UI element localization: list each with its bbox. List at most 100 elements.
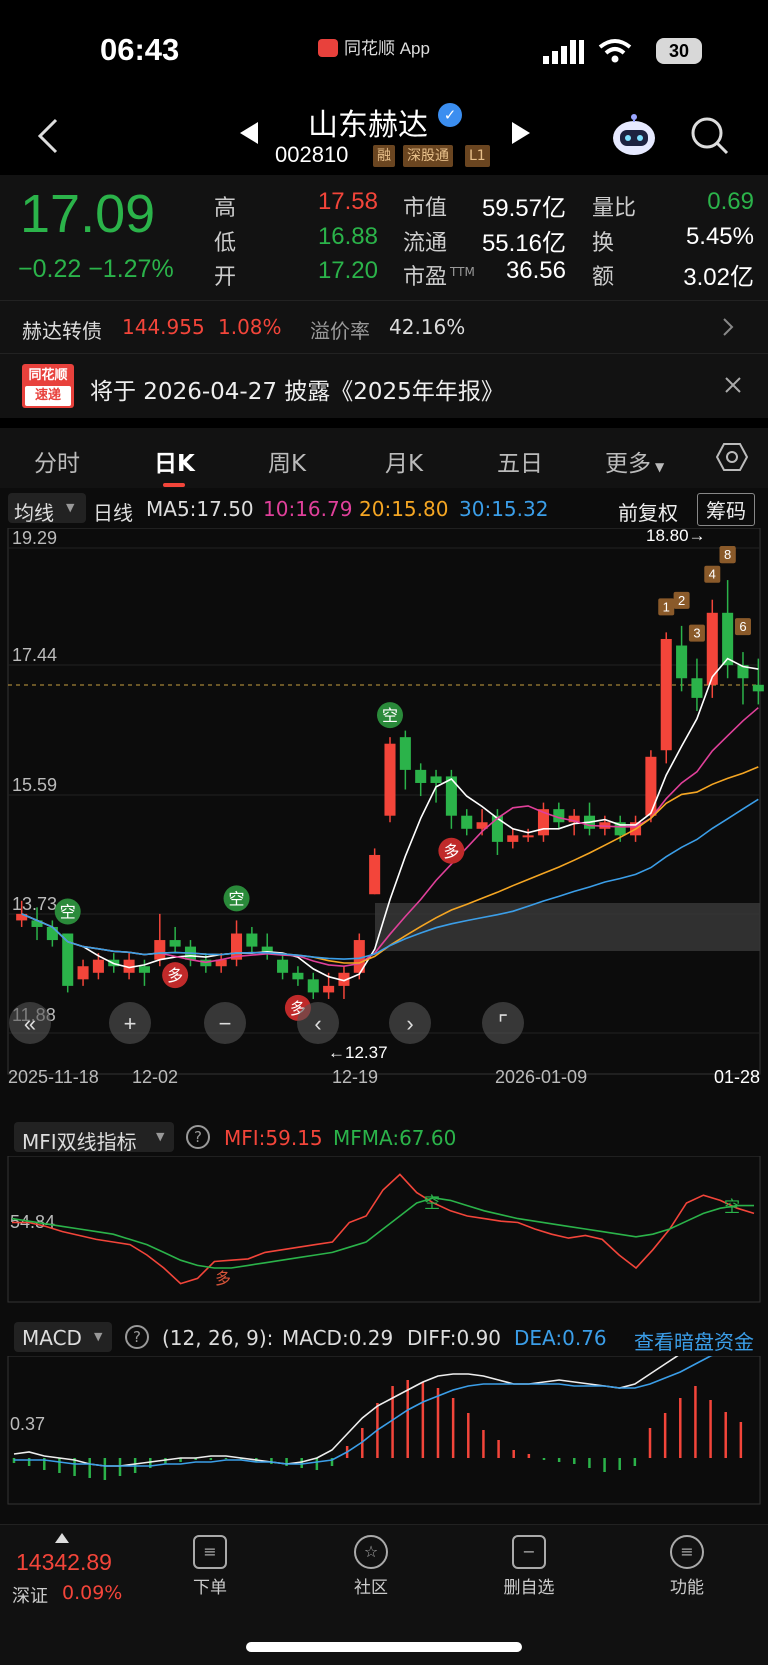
wifi-icon — [598, 39, 632, 63]
close-icon[interactable] — [724, 376, 742, 394]
help-icon[interactable]: ? — [186, 1125, 210, 1149]
candle-body — [522, 835, 534, 838]
tab-more[interactable]: 更多 ▼ — [605, 444, 664, 478]
high-label: 高 — [214, 196, 237, 221]
tab-intraday[interactable]: 分时 — [34, 444, 80, 478]
low-label: 低 — [214, 231, 237, 256]
premium-label: 溢价率 — [310, 319, 370, 343]
candle-body — [138, 966, 150, 973]
stock-code: 002810 — [275, 142, 349, 167]
marker-label: 空 — [60, 904, 76, 922]
marker-label: 空 — [382, 707, 398, 725]
tag-connect: 深股通 — [403, 145, 453, 167]
kline-chart[interactable]: 19.2917.4415.5913.7311.8812345678空空空多多多1… — [0, 528, 768, 1088]
x-tick-label: 12-02 — [132, 1067, 178, 1087]
y-tick-label: 13.73 — [12, 894, 57, 914]
app-logo-icon — [318, 39, 338, 57]
remove-watchlist-icon: − — [512, 1535, 546, 1569]
nav-remove-watchlist[interactable]: − 删自选 — [484, 1535, 574, 1598]
chips-button[interactable]: 筹码 — [697, 493, 755, 526]
tag-margin: 融 — [373, 145, 395, 167]
candle-body — [154, 940, 166, 960]
help-icon[interactable]: ? — [125, 1325, 149, 1349]
ma30-label: 30:15.32 — [459, 497, 549, 521]
cb-pct: 1.08% — [218, 315, 282, 339]
macd-y-tick: 0.37 — [10, 1414, 45, 1434]
amount-value: 3.02亿 — [683, 264, 754, 291]
nav-community[interactable]: ☆ 社区 — [326, 1535, 416, 1598]
nav-order[interactable]: ≡ 下单 — [165, 1535, 255, 1598]
dark-pool-link[interactable]: 查看暗盘资金 — [634, 1326, 754, 1355]
candle-body — [384, 743, 396, 816]
candle-body — [660, 638, 672, 751]
candle-body — [507, 835, 519, 842]
premium-value: 42.16% — [389, 315, 466, 339]
prev-stock-icon[interactable] — [238, 120, 260, 146]
high-value: 17.58 — [317, 188, 378, 215]
assistant-robot-icon[interactable] — [610, 112, 658, 158]
candle-body — [77, 966, 89, 980]
tab-monthly-k[interactable]: 月K — [385, 444, 423, 478]
event-marker-label: 3 — [693, 626, 700, 641]
pan-left-icon-glyph: ‹ — [314, 1011, 321, 1036]
battery-indicator: 30 — [656, 38, 702, 64]
index-pct: 0.09% — [62, 1582, 123, 1604]
vr-value: 0.69 — [707, 188, 754, 215]
candle-body — [277, 959, 289, 973]
mfi-chart[interactable]: 54.84多空空 — [0, 1156, 768, 1304]
index-value[interactable]: 14342.89 — [16, 1549, 112, 1576]
mcap-label: 市值 — [403, 196, 448, 221]
candle-body — [169, 940, 181, 947]
turnover-value: 5.45% — [685, 223, 754, 250]
adjust-button[interactable]: 前复权 — [618, 497, 678, 526]
event-marker-label: 6 — [739, 619, 746, 634]
y-tick-label: 17.44 — [12, 645, 57, 665]
macd-params: (12, 26, 9): — [162, 1326, 274, 1350]
tab-daily-k[interactable]: 日K — [154, 444, 195, 478]
x-tick-label: 2026-01-09 — [495, 1067, 587, 1087]
dea-value: DEA:0.76 — [514, 1326, 607, 1350]
marker-label: 多 — [443, 843, 459, 861]
x-tick-label: 2025-11-18 — [8, 1067, 99, 1087]
candle-body — [676, 645, 688, 679]
candle-body — [92, 959, 104, 973]
macd-chart[interactable]: 0.37 — [0, 1356, 768, 1506]
caret-down-icon: ▼ — [66, 501, 75, 514]
macd-frame — [7, 1356, 761, 1505]
tab-five-day[interactable]: 五日 — [497, 444, 543, 478]
candle-body — [46, 926, 58, 941]
nav-functions[interactable]: ≡ 功能 — [642, 1535, 732, 1598]
pe-value: 36.56 — [505, 257, 566, 284]
macd-value: MACD:0.29 — [282, 1326, 394, 1350]
candle-body — [415, 769, 427, 783]
convertible-bond-row[interactable] — [0, 300, 768, 353]
mfma-line — [11, 1196, 754, 1269]
event-marker-label: 2 — [678, 593, 685, 608]
candle-body — [706, 612, 718, 685]
candle-body — [491, 815, 503, 842]
ma20-label: 20:15.80 — [359, 497, 449, 521]
candle-body — [752, 684, 764, 692]
fullscreen-icon-glyph: ⌜ — [498, 1011, 508, 1036]
signal-icon — [543, 40, 584, 64]
caret-down-icon: ▼ — [655, 460, 665, 474]
active-tab-indicator — [163, 483, 185, 487]
next-stock-icon[interactable] — [510, 120, 532, 146]
pan-right-icon-glyph: › — [406, 1011, 413, 1036]
mfi-value: MFI:59.15 — [224, 1126, 323, 1150]
back-icon[interactable] — [36, 118, 60, 154]
app-label: 同花顺 App — [344, 39, 430, 58]
search-icon[interactable] — [690, 116, 730, 156]
tag-level: L1 — [465, 145, 490, 167]
tab-weekly-k[interactable]: 周K — [268, 444, 306, 478]
community-icon: ☆ — [354, 1535, 388, 1569]
candle-body — [323, 985, 335, 993]
home-indicator — [246, 1642, 522, 1652]
settings-hex-icon[interactable] — [716, 442, 748, 472]
ma5-label: MA5:17.50 — [146, 497, 254, 521]
period-label: 日线 — [93, 501, 133, 525]
zoom-out-icon-glyph: − — [219, 1011, 232, 1036]
marker-label: 空 — [229, 890, 245, 908]
verified-icon: ✓ — [438, 103, 462, 127]
caret-down-icon: ▼ — [156, 1130, 165, 1143]
